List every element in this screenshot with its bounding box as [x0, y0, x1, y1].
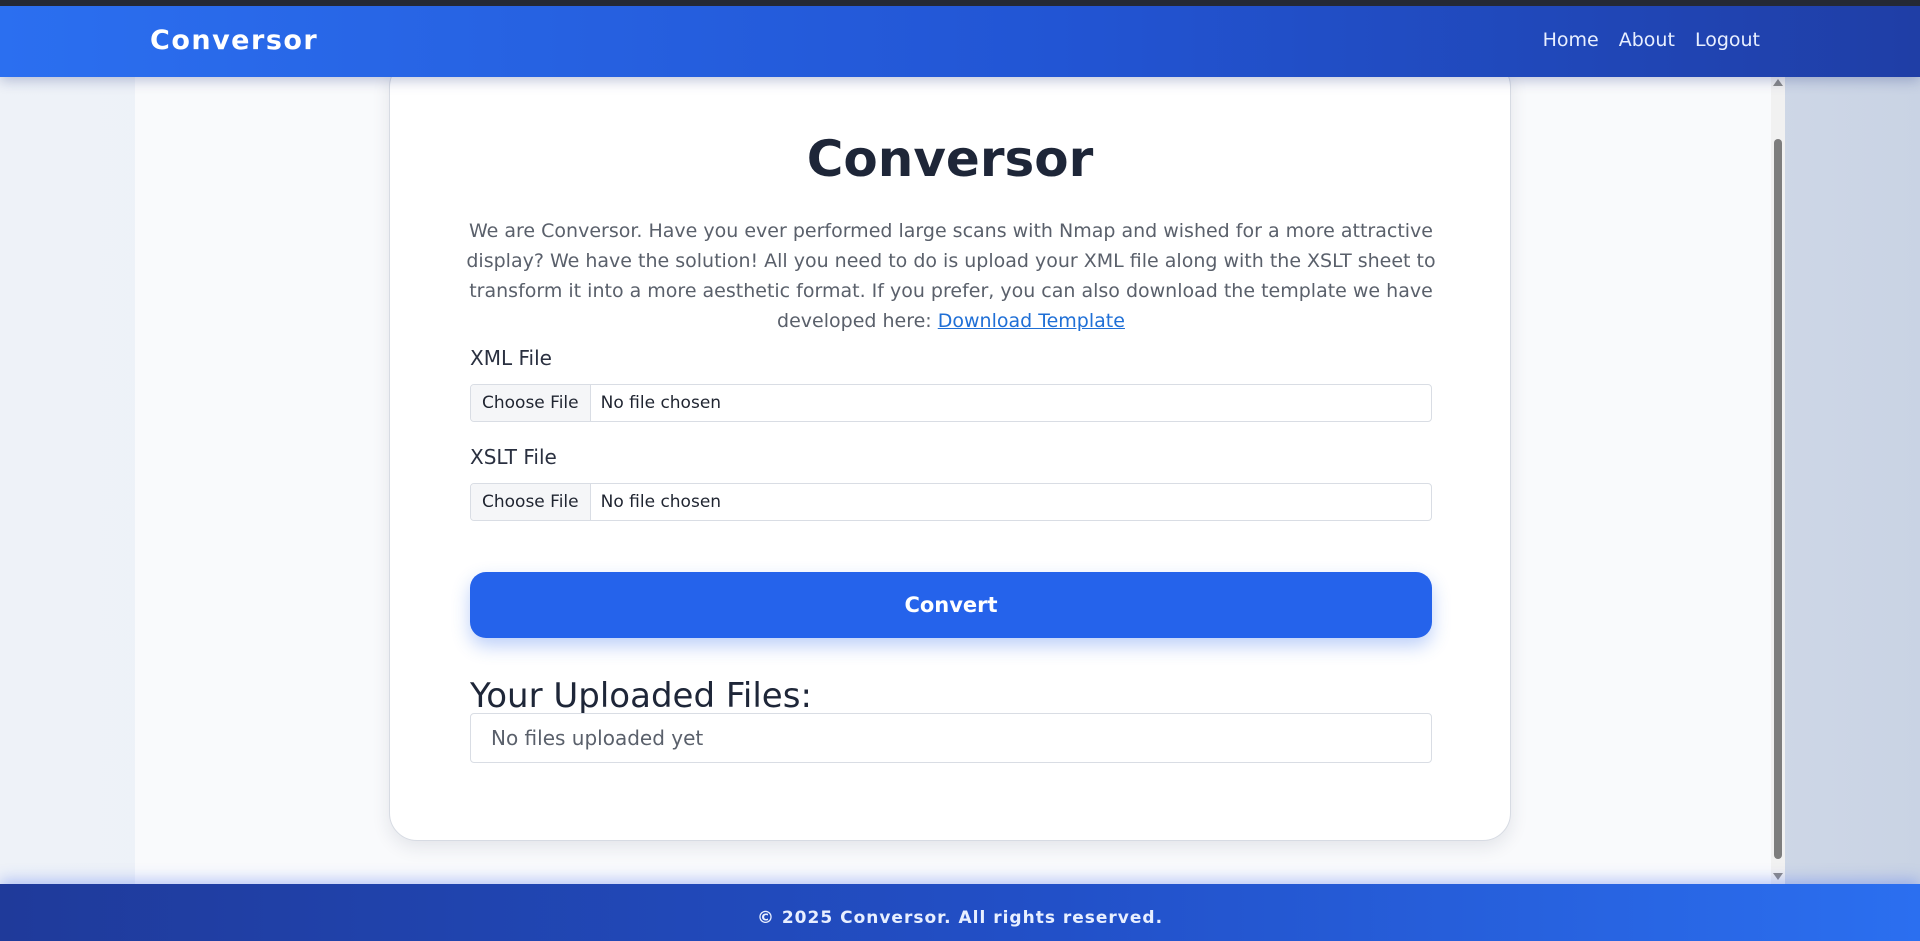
xml-choose-file-button[interactable]: Choose File: [471, 385, 591, 421]
xml-file-label: XML File: [470, 346, 552, 370]
converter-card: Conversor We are Conversor. Have you eve…: [389, 77, 1511, 841]
xslt-file-label: XSLT File: [470, 445, 557, 469]
scroll-down-arrow-icon[interactable]: [1773, 873, 1783, 880]
footer-copyright: © 2025 Conversor. All rights reserved.: [756, 908, 1164, 928]
uploaded-files-list: No files uploaded yet: [470, 713, 1432, 763]
scroll-thumb[interactable]: [1774, 139, 1782, 859]
xml-file-input[interactable]: Choose File No file chosen: [470, 384, 1432, 422]
content-frame: Conversor We are Conversor. Have you eve…: [135, 77, 1785, 884]
navbar: Conversor Home About Logout: [0, 6, 1920, 77]
footer: © 2025 Conversor. All rights reserved.: [0, 884, 1920, 941]
xml-file-status: No file chosen: [600, 393, 722, 413]
scrollbar[interactable]: [1771, 77, 1785, 884]
brand-logo[interactable]: Conversor: [150, 25, 318, 56]
uploaded-files-heading: Your Uploaded Files:: [470, 676, 812, 716]
download-template-link[interactable]: Download Template: [938, 310, 1125, 332]
nav-logout-link[interactable]: Logout: [1695, 29, 1760, 51]
page-title: Conversor: [806, 130, 1094, 188]
scroll-up-arrow-icon[interactable]: [1773, 79, 1783, 86]
nav-links: Home About Logout: [1543, 29, 1760, 51]
description-text: We are Conversor. Have you ever performe…: [465, 216, 1437, 336]
xslt-file-input[interactable]: Choose File No file chosen: [470, 483, 1432, 521]
nav-about-link[interactable]: About: [1619, 29, 1675, 51]
xslt-choose-file-button[interactable]: Choose File: [471, 484, 591, 520]
convert-button[interactable]: Convert: [470, 572, 1432, 638]
nav-home-link[interactable]: Home: [1543, 29, 1599, 51]
xslt-file-status: No file chosen: [600, 492, 722, 512]
